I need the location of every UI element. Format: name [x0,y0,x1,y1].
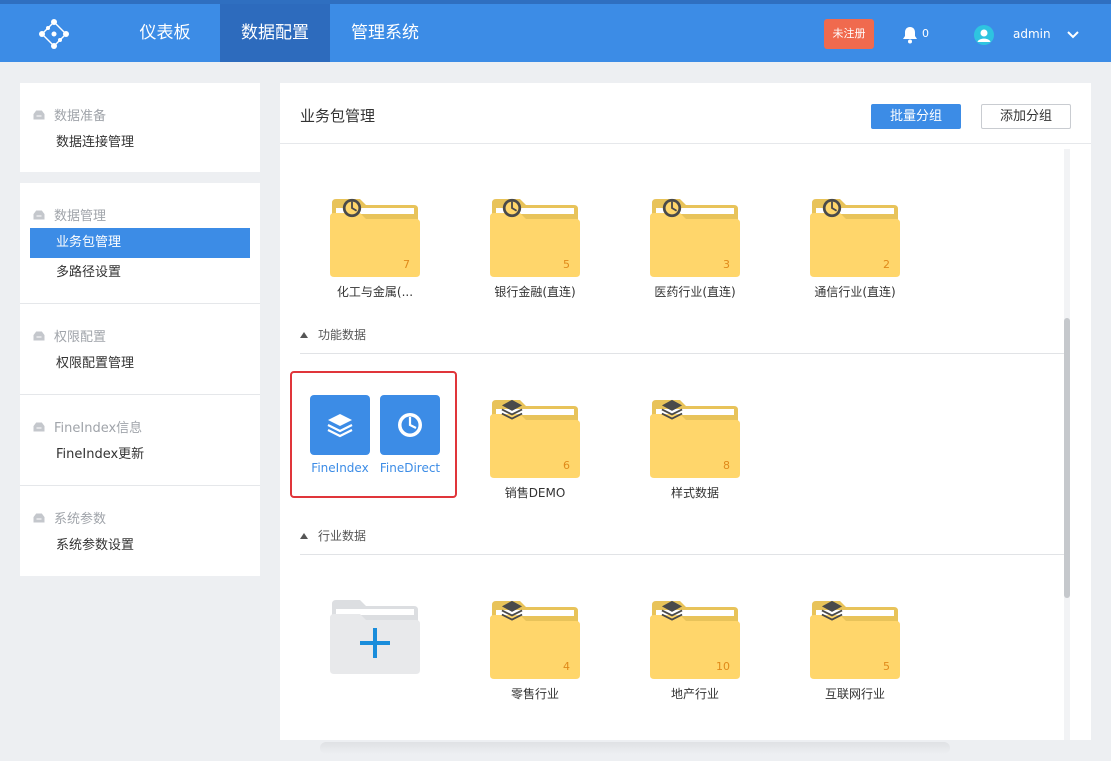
clock-icon [342,198,362,218]
folder-label: 零售行业 [510,687,559,701]
sidebar-item-business-package[interactable]: 业务包管理 [30,228,250,258]
clock-icon [398,413,422,437]
box-icon [32,330,46,342]
finedirect-tile[interactable] [380,395,440,455]
folder-style-data[interactable]: 8 [650,398,740,478]
divider [280,143,1091,144]
sidebar-item-data-connection[interactable]: 数据连接管理 [30,128,250,158]
sidebar-group-title: 数据管理 [32,205,106,224]
folder-count: 7 [403,258,410,271]
batch-group-button[interactable]: 批量分组 [871,104,961,129]
folder-telecom[interactable]: 2 [810,197,900,277]
layers-icon [661,399,683,420]
folder-label: 医药行业(直连) [654,285,736,299]
folder-count: 6 [563,459,570,472]
layers-icon [821,600,843,621]
nav-management-system[interactable]: 管理系统 [335,4,435,62]
folder-label: 通信行业(直连) [814,285,896,299]
folder-count: 8 [723,459,730,472]
folder-sales-demo[interactable]: 6 [490,398,580,478]
finedirect-label[interactable]: FineDirect [370,461,450,475]
nav-dashboard[interactable]: 仪表板 [120,4,210,62]
folder-banking[interactable]: 5 [490,197,580,277]
section-header-industry-data[interactable]: 行业数据 [300,527,366,544]
layers-icon [327,414,353,438]
sidebar-item-system-params[interactable]: 系统参数设置 [30,531,250,561]
folder-label: 地产行业 [670,687,719,701]
folder-count: 10 [716,660,730,673]
layers-icon [661,600,683,621]
folder-count: 5 [883,660,890,673]
folder-retail[interactable]: 4 [490,599,580,679]
notification-count: 0 [922,27,929,40]
divider [20,303,260,304]
top-navigation-bar: 仪表板 数据配置 管理系统 未注册 0 admin [0,0,1111,62]
folder-count: 4 [563,660,570,673]
divider [300,554,1065,555]
sidebar-group-title: 权限配置 [32,326,106,345]
divider [300,353,1065,354]
logo-icon[interactable] [36,16,72,52]
folder-label: 银行金融(直连) [494,285,576,299]
sidebar-group-data-prep: 数据准备 数据连接管理 [20,83,260,172]
chevron-down-icon[interactable] [1066,30,1080,40]
divider [20,485,260,486]
folder-label: 销售DEMO [504,486,566,500]
sidebar-item-multipath[interactable]: 多路径设置 [30,258,250,288]
folder-label: 样式数据 [670,486,719,500]
sidebar-groups-card: 数据管理 业务包管理 多路径设置 权限配置 权限配置管理 FineIndex信息… [20,183,260,576]
sidebar-item-fineindex-update[interactable]: FineIndex更新 [30,440,250,470]
divider [20,394,260,395]
clock-icon [662,198,682,218]
nav-data-config[interactable]: 数据配置 [220,4,330,62]
folder-real-estate[interactable]: 10 [650,599,740,679]
folder-count: 5 [563,258,570,271]
folder-chemical-metal[interactable]: 7 [330,197,420,277]
box-icon [32,512,46,524]
box-icon [32,421,46,433]
sidebar-group-title: 数据准备 [32,105,106,124]
sidebar-group-title: 系统参数 [32,508,106,527]
folder-label: 互联网行业 [824,687,885,701]
box-icon [32,109,46,121]
add-folder-button[interactable] [330,598,420,674]
avatar[interactable] [974,25,994,45]
layers-icon [501,600,523,621]
business-package-panel: 业务包管理 批量分组 添加分组 7 化工与金属(... 5 银行金融(直连) 3… [280,83,1091,740]
section-header-function-data[interactable]: 功能数据 [300,326,366,343]
layers-icon [501,399,523,420]
panel-shadow [320,742,950,754]
clock-icon [822,198,842,218]
sidebar-group-title: FineIndex信息 [32,417,142,436]
sidebar-item-permission[interactable]: 权限配置管理 [30,349,250,379]
folder-label: 化工与金属(... [336,285,414,299]
bell-icon[interactable] [902,26,918,44]
fineindex-tile[interactable] [310,395,370,455]
folder-pharma[interactable]: 3 [650,197,740,277]
plus-icon [330,600,420,674]
collapse-triangle-icon[interactable] [300,533,308,539]
unregistered-badge[interactable]: 未注册 [824,19,874,49]
folder-internet[interactable]: 5 [810,599,900,679]
clock-icon [502,198,522,218]
folder-count: 2 [883,258,890,271]
box-icon [32,209,46,221]
user-icon [977,29,991,42]
folder-count: 3 [723,258,730,271]
collapse-triangle-icon[interactable] [300,332,308,338]
scrollbar-thumb[interactable] [1064,318,1070,598]
add-group-button[interactable]: 添加分组 [981,104,1071,129]
username[interactable]: admin [1013,27,1051,41]
fineindex-label[interactable]: FineIndex [300,461,380,475]
page-title: 业务包管理 [300,107,376,125]
